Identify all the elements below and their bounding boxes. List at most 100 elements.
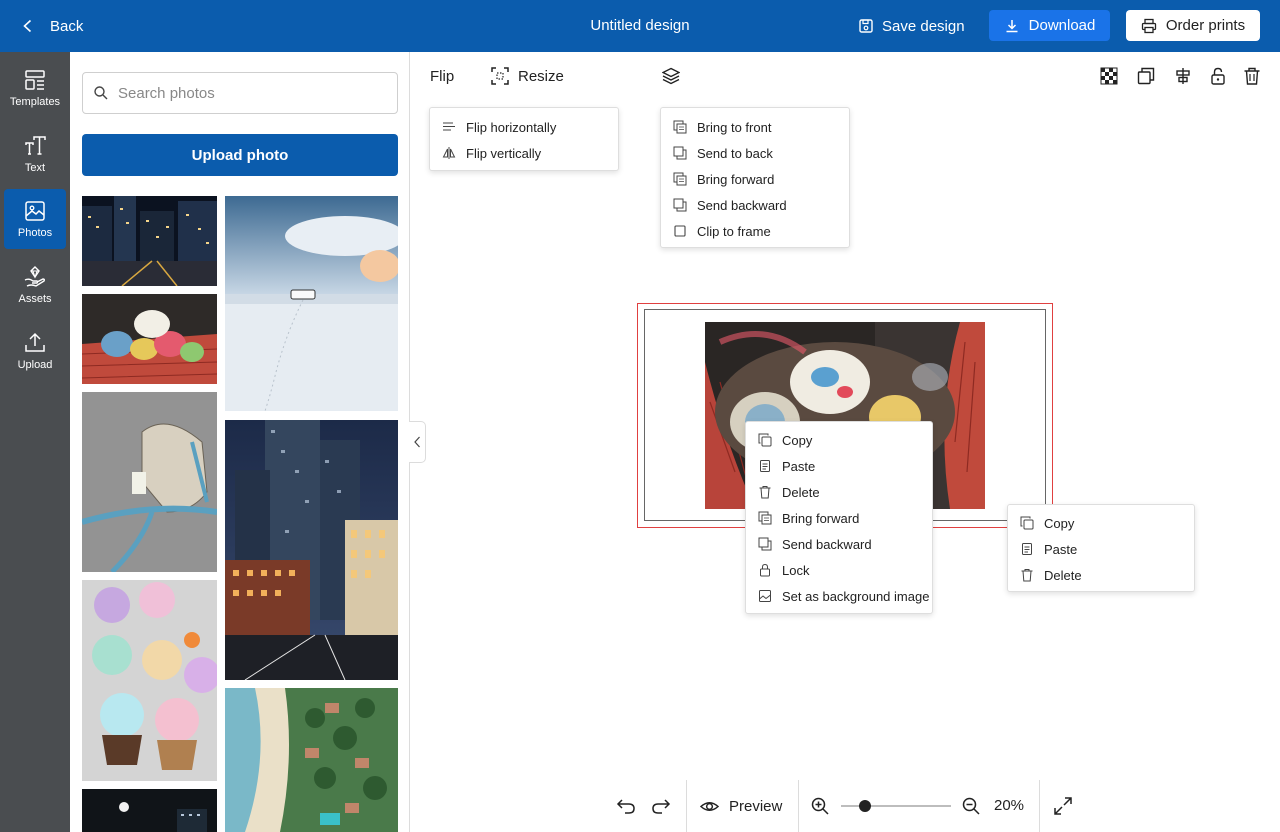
trash-icon <box>759 486 771 499</box>
back-label: Back <box>50 17 84 35</box>
rail-item-photos[interactable]: Photos <box>4 189 66 249</box>
rail-item-templates[interactable]: Templates <box>4 58 66 118</box>
flip-vertical-icon <box>442 147 456 159</box>
resize-icon <box>491 67 509 85</box>
rail-label: Templates <box>9 96 61 108</box>
rail-item-text[interactable]: Text <box>4 124 66 184</box>
bring-forward-icon <box>673 172 687 186</box>
photos-panel: Upload photo <box>70 52 410 832</box>
menu-item-delete[interactable]: Delete <box>1020 562 1082 588</box>
menu-item-label: Paste <box>1044 541 1078 557</box>
preview-button[interactable]: Preview <box>700 792 782 820</box>
menu-item-bring-to-front[interactable]: Bring to front <box>673 114 771 140</box>
zoom-level: 20% <box>994 797 1025 814</box>
flip-button[interactable]: Flip <box>430 52 454 100</box>
resize-button[interactable]: Resize <box>491 52 564 100</box>
zoom-out-button[interactable] <box>961 792 981 820</box>
paste-icon <box>1022 543 1032 555</box>
image-icon <box>759 590 771 602</box>
menu-item-flip-vertically[interactable]: Flip vertically <box>442 140 541 166</box>
order-prints-button[interactable]: Order prints <box>1126 10 1260 41</box>
menu-item-label: Paste <box>782 458 816 474</box>
menu-item-bring-forward[interactable]: Bring forward <box>758 505 859 531</box>
menu-item-set-as-background[interactable]: Set as background image <box>758 583 929 609</box>
copy-icon <box>1020 516 1034 530</box>
photo-thumbnail-bicycle-basket[interactable] <box>82 392 217 572</box>
text-icon <box>25 136 46 155</box>
photo-thumbnail-easter-basket[interactable] <box>82 294 217 384</box>
menu-item-paste[interactable]: Paste <box>758 453 815 479</box>
transparency-button[interactable] <box>1100 67 1118 85</box>
divider <box>798 780 799 832</box>
search-input[interactable] <box>118 84 378 102</box>
duplicate-icon <box>1137 67 1155 85</box>
menu-item-label: Copy <box>1044 515 1075 531</box>
fullscreen-button[interactable] <box>1053 792 1073 820</box>
photo-thumbnail-city-night[interactable] <box>82 196 217 286</box>
back-button[interactable]: Back <box>20 0 83 52</box>
menu-item-copy[interactable]: Copy <box>758 427 812 453</box>
photo-thumbnail-aerial-beach[interactable] <box>225 688 398 832</box>
canvas-context-menu: Copy Paste Delete <box>1007 504 1195 592</box>
align-icon <box>1176 68 1190 84</box>
menu-item-label: Send backward <box>782 536 872 552</box>
preview-label: Preview <box>729 797 783 815</box>
chevron-left-icon <box>23 19 32 33</box>
zoom-slider-track[interactable] <box>841 805 951 807</box>
align-button[interactable] <box>1174 67 1192 85</box>
layer-menu: Bring to front Send to back Bring forwar… <box>660 107 850 248</box>
frame-icon <box>674 225 686 237</box>
photo-thumbnail-city-buildings-dusk[interactable] <box>225 420 398 680</box>
menu-item-lock[interactable]: Lock <box>758 557 809 583</box>
menu-item-flip-horizontally[interactable]: Flip horizontally <box>442 114 556 140</box>
menu-item-bring-forward[interactable]: Bring forward <box>673 166 774 192</box>
menu-item-send-to-back[interactable]: Send to back <box>673 140 773 166</box>
lock-button[interactable] <box>1209 67 1227 85</box>
rail-label: Assets <box>18 293 52 305</box>
resize-label: Resize <box>518 67 564 85</box>
download-button[interactable]: Download <box>989 10 1110 41</box>
undo-icon <box>616 799 635 814</box>
photo-thumbnail-snow-landscape[interactable] <box>225 196 398 411</box>
trash-icon <box>1021 569 1033 582</box>
upload-photo-button[interactable]: Upload photo <box>82 134 398 176</box>
menu-item-label: Copy <box>782 432 813 448</box>
rail-label: Text <box>24 162 46 174</box>
menu-item-paste[interactable]: Paste <box>1020 536 1077 562</box>
menu-item-label: Bring to front <box>697 119 772 135</box>
delete-button[interactable] <box>1243 67 1261 85</box>
zoom-slider-handle[interactable] <box>859 800 871 812</box>
send-backward-icon <box>758 537 772 551</box>
rail-item-upload[interactable]: Upload <box>4 321 66 381</box>
bring-forward-icon <box>758 511 772 525</box>
menu-item-label: Bring forward <box>782 510 860 526</box>
photo-context-menu: Copy Paste Delete Bring forward Send bac… <box>745 421 933 614</box>
menu-item-send-backward[interactable]: Send backward <box>673 192 787 218</box>
menu-item-label: Bring forward <box>697 171 775 187</box>
collapse-panel-button[interactable] <box>409 421 426 463</box>
lock-icon <box>1211 67 1225 85</box>
layers-button[interactable] <box>662 67 680 85</box>
eye-icon <box>700 801 719 811</box>
download-icon <box>1006 19 1018 32</box>
menu-item-send-backward[interactable]: Send backward <box>758 531 872 557</box>
menu-item-copy[interactable]: Copy <box>1020 510 1074 536</box>
zoom-in-button[interactable] <box>810 792 830 820</box>
redo-button[interactable] <box>651 792 671 820</box>
menu-item-delete[interactable]: Delete <box>758 479 820 505</box>
photo-thumbnail-city-night-dark[interactable] <box>82 789 217 832</box>
send-to-back-icon <box>673 146 687 160</box>
search-box[interactable] <box>82 72 398 114</box>
divider <box>1039 780 1040 832</box>
layers-icon <box>662 67 680 85</box>
undo-button[interactable] <box>616 792 636 820</box>
save-design-button[interactable]: Save design <box>858 0 965 52</box>
flip-label: Flip <box>430 67 455 85</box>
rail-item-assets[interactable]: Assets <box>4 255 66 315</box>
duplicate-button[interactable] <box>1137 67 1155 85</box>
save-icon <box>859 19 873 33</box>
menu-item-clip-to-frame[interactable]: Clip to frame <box>673 218 771 244</box>
flip-menu: Flip horizontally Flip vertically <box>429 107 619 171</box>
redo-icon <box>652 799 671 814</box>
photo-thumbnail-cupcakes[interactable] <box>82 580 217 781</box>
